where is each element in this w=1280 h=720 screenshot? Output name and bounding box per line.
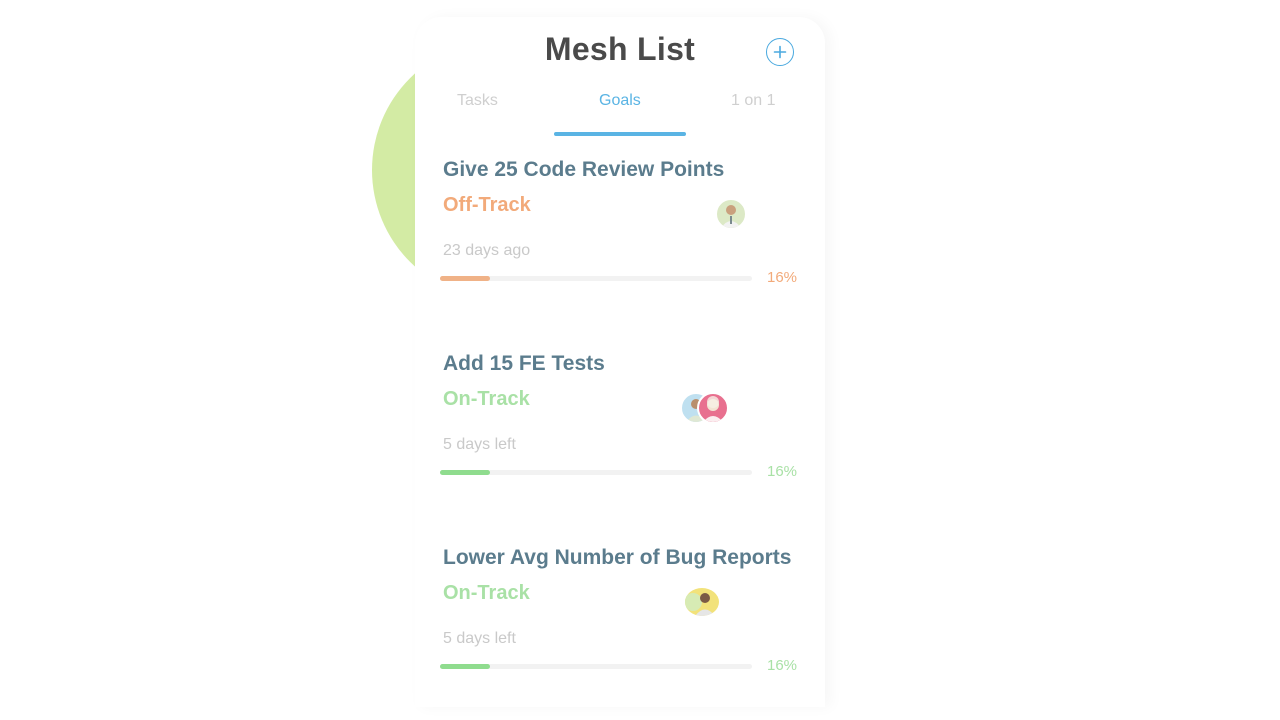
- person-avatar-icon: [685, 593, 715, 616]
- goal-time: 5 days left: [443, 630, 516, 647]
- progress-percent: 16%: [767, 463, 798, 480]
- goal-time: 5 days left: [443, 436, 516, 453]
- goal-title: Add 15 FE Tests: [443, 352, 605, 375]
- mesh-list-panel: Mesh List Tasks Goals 1 on 1 Give 25 Cod…: [415, 17, 825, 707]
- avatar[interactable]: [715, 198, 747, 230]
- page-title: Mesh List: [544, 31, 696, 67]
- goal-title: Lower Avg Number of Bug Reports: [443, 546, 792, 569]
- avatar[interactable]: [697, 392, 729, 424]
- person-avatar-icon: [703, 396, 723, 422]
- add-goal-button[interactable]: [766, 38, 794, 66]
- progress-fill: [440, 276, 490, 281]
- progress-percent: 16%: [767, 269, 798, 286]
- progress-track: [440, 470, 752, 475]
- progress-fill: [440, 664, 490, 669]
- goal-item[interactable]: Add 15 FE Tests On-Track 5 days left 16%: [415, 352, 825, 522]
- plus-circle-icon: [773, 45, 787, 59]
- goal-item[interactable]: Lower Avg Number of Bug Reports On-Track…: [415, 546, 825, 716]
- tab-goals[interactable]: Goals: [599, 92, 641, 110]
- goal-status: On-Track: [443, 388, 530, 410]
- goal-time: 23 days ago: [443, 242, 531, 259]
- progress-track: [440, 664, 752, 669]
- goal-status: Off-Track: [443, 194, 531, 216]
- progress-percent: 16%: [767, 657, 798, 674]
- goal-title: Give 25 Code Review Points: [443, 158, 725, 181]
- person-avatar-icon: [721, 205, 741, 228]
- active-tab-indicator: [554, 132, 686, 136]
- tab-1-on-1[interactable]: 1 on 1: [731, 92, 775, 110]
- goal-item[interactable]: Give 25 Code Review Points Off-Track 23 …: [415, 158, 825, 328]
- avatar[interactable]: [683, 586, 721, 618]
- progress-fill: [440, 470, 490, 475]
- goal-status: On-Track: [443, 582, 530, 604]
- tab-tasks[interactable]: Tasks: [457, 92, 498, 110]
- progress-track: [440, 276, 752, 281]
